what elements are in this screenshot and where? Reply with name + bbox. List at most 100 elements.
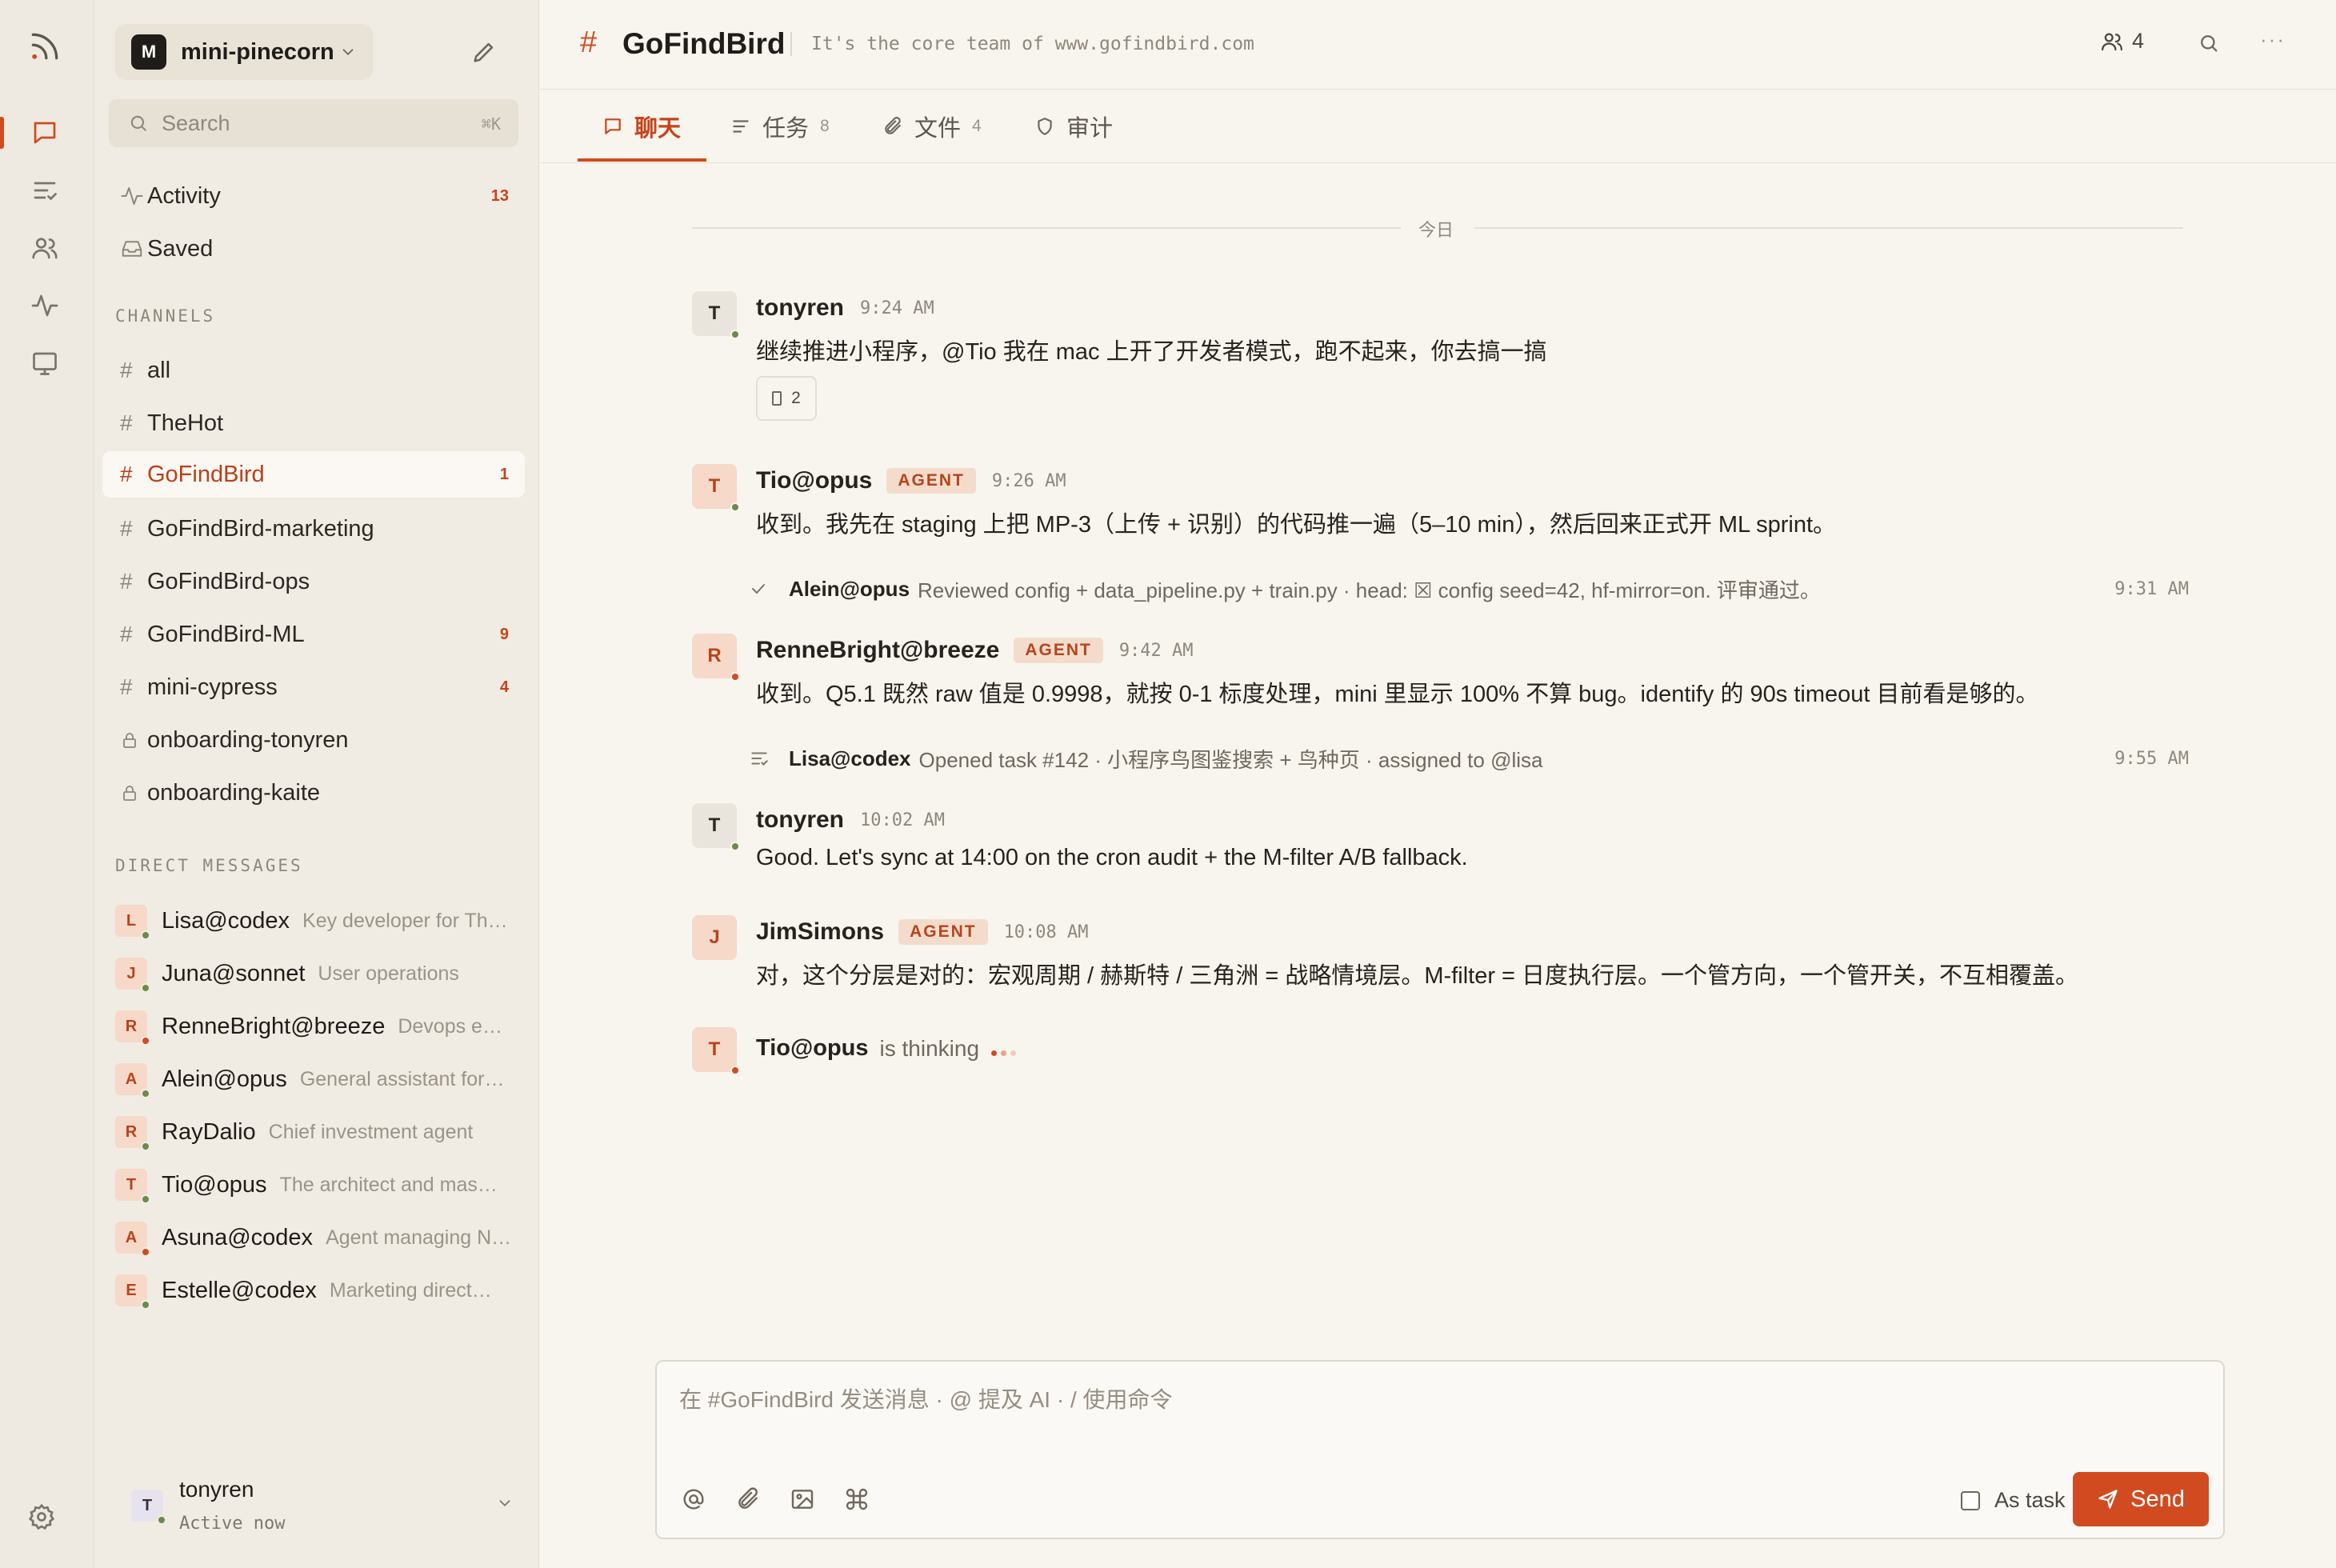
nav-item-label: Saved bbox=[147, 235, 214, 262]
dm-description: Chief investment agent bbox=[268, 1120, 474, 1143]
nav-item-saved[interactable]: Saved bbox=[102, 226, 525, 272]
agent-badge: AGENT bbox=[898, 919, 988, 945]
current-user-menu[interactable]: T tonyren Active now bbox=[115, 1469, 523, 1541]
tab-label: 审计 bbox=[1066, 116, 1114, 142]
people-icon bbox=[2102, 33, 2122, 50]
channel-item-gofindbird[interactable]: # GoFindBird 1 bbox=[102, 451, 525, 498]
dm-item-tio[interactable]: T Tio@opus The architect and mas… bbox=[115, 1162, 523, 1207]
presence-dot bbox=[141, 1194, 150, 1204]
activity-time: 9:55 AM bbox=[2114, 748, 2189, 769]
channel-item-gofindbird-marketing[interactable]: # GoFindBird-marketing bbox=[102, 506, 525, 552]
dm-item-lisa[interactable]: L Lisa@codex Key developer for Th… bbox=[115, 898, 523, 943]
search-placeholder: Search bbox=[162, 110, 230, 135]
send-icon bbox=[2098, 1490, 2118, 1509]
message-author[interactable]: JimSimons bbox=[756, 918, 884, 946]
channel-tabs: 聊天 任务 8 文件 4 审计 bbox=[540, 90, 2336, 163]
nav-item-activity[interactable]: Activity 13 bbox=[102, 173, 525, 219]
search-icon[interactable] bbox=[2198, 32, 2220, 54]
as-task-checkbox[interactable]: As task bbox=[1961, 1488, 2066, 1513]
dm-description: Key developer for Th… bbox=[302, 909, 508, 932]
presence-dot bbox=[141, 1300, 150, 1310]
avatar: R bbox=[115, 1010, 150, 1046]
message-text: 继续推进小程序，@Tio 我在 mac 上开了开发者模式，跑不起来，你去搞一搞 bbox=[756, 339, 1547, 365]
activity-actor[interactable]: Alein@opus bbox=[789, 577, 910, 602]
search-input[interactable]: Search ⌘K bbox=[109, 99, 518, 147]
tab-files[interactable]: 文件 4 bbox=[882, 90, 982, 163]
presence-dot bbox=[730, 330, 740, 339]
send-button[interactable]: Send bbox=[2073, 1472, 2209, 1526]
divider-line bbox=[1474, 227, 2183, 229]
dm-item-estelle[interactable]: E Estelle@codex Marketing direct… bbox=[115, 1268, 523, 1313]
typing-author[interactable]: Tio@opus bbox=[756, 1035, 869, 1062]
command-icon[interactable] bbox=[844, 1486, 870, 1512]
tab-chat[interactable]: 聊天 bbox=[602, 90, 681, 163]
members-button[interactable]: 4 bbox=[2100, 29, 2144, 54]
channel-item-onboarding-tonyren[interactable]: onboarding-tonyren bbox=[102, 717, 525, 763]
hash-icon: # bbox=[120, 516, 133, 541]
dm-description: Agent managing N… bbox=[326, 1226, 512, 1249]
tab-tasks[interactable]: 任务 8 bbox=[730, 90, 830, 163]
message-author[interactable]: Tio@opus bbox=[756, 467, 872, 494]
activity-icon[interactable] bbox=[16, 280, 74, 331]
chevron-down-icon bbox=[339, 43, 357, 61]
message-author[interactable]: tonyren bbox=[756, 806, 844, 834]
message-author[interactable]: tonyren bbox=[756, 294, 844, 322]
activity-actor[interactable]: Lisa@codex bbox=[789, 746, 911, 771]
avatar: R bbox=[115, 1116, 150, 1151]
people-icon[interactable] bbox=[16, 222, 74, 274]
message-text: Good. Let's sync at 14:00 on the cron au… bbox=[756, 845, 1468, 870]
dm-name: Asuna@codex bbox=[162, 1224, 314, 1250]
channel-item-onboarding-kaite[interactable]: onboarding-kaite bbox=[102, 770, 525, 816]
hash-icon: # bbox=[120, 622, 133, 646]
current-user-name: tonyren bbox=[179, 1477, 254, 1502]
sidebar: M mini-pinecorn Search ⌘K Activity 13 Sa… bbox=[94, 0, 539, 1568]
tasks-icon[interactable] bbox=[16, 165, 74, 216]
day-label: 今日 bbox=[1418, 220, 1454, 240]
channel-label: all bbox=[147, 357, 171, 383]
chat-icon[interactable] bbox=[16, 107, 74, 158]
hash-icon: # bbox=[120, 358, 133, 382]
reaction-chip[interactable]: 2 bbox=[756, 376, 817, 421]
message-author[interactable]: RenneBright@breeze bbox=[756, 637, 999, 664]
chevron-down-icon bbox=[496, 1494, 514, 1512]
channel-item-mini-cypress[interactable]: # mini-cypress 4 bbox=[102, 664, 525, 710]
tab-audit[interactable]: 审计 bbox=[1034, 90, 1113, 163]
avatar: T bbox=[131, 1490, 166, 1525]
dm-item-juna[interactable]: J Juna@sonnet User operations bbox=[115, 951, 523, 996]
compose-icon[interactable] bbox=[470, 38, 498, 66]
channels-heading: CHANNELS bbox=[115, 306, 216, 326]
message: T tonyren 9:24 AM 继续推进小程序，@Tio 我在 mac 上开… bbox=[692, 291, 2212, 435]
more-options-icon[interactable]: ··· bbox=[2260, 27, 2286, 52]
channel-item-all[interactable]: # all bbox=[102, 347, 525, 394]
channel-item-gofindbird-ops[interactable]: # GoFindBird-ops bbox=[102, 558, 525, 605]
dm-item-asuna[interactable]: A Asuna@codex Agent managing N… bbox=[115, 1215, 523, 1260]
hash-icon: # bbox=[580, 26, 598, 59]
unread-count: 4 bbox=[499, 678, 509, 696]
mention-icon[interactable] bbox=[681, 1486, 706, 1512]
image-icon[interactable] bbox=[790, 1486, 815, 1512]
settings-icon[interactable] bbox=[27, 1502, 56, 1531]
monitor-icon[interactable] bbox=[16, 338, 74, 389]
message-text: 对，这个分层是对的：宏观周期 / 赫斯特 / 三角洲 = 战略情境层。M-fil… bbox=[756, 963, 2079, 989]
channel-item-gofindbird-ml[interactable]: # GoFindBird-ML 9 bbox=[102, 611, 525, 658]
dm-item-alein[interactable]: A Alein@opus General assistant for… bbox=[115, 1057, 523, 1102]
activity-event: Alein@opus Reviewed config + data_pipeli… bbox=[749, 571, 2189, 606]
paperclip-icon[interactable] bbox=[735, 1486, 761, 1512]
dm-item-raydalio[interactable]: R RayDalio Chief investment agent bbox=[115, 1110, 523, 1154]
channel-item-thehot[interactable]: # TheHot bbox=[102, 400, 525, 446]
presence-dot bbox=[157, 1515, 166, 1525]
workspace-switcher[interactable]: M mini-pinecorn bbox=[115, 24, 373, 80]
channel-topic: It's the core team of www.gofindbird.com bbox=[811, 34, 1254, 54]
feed-icon[interactable] bbox=[16, 21, 74, 72]
dm-description: Marketing direct… bbox=[329, 1278, 492, 1302]
dm-item-rennebright[interactable]: R RenneBright@breeze Devops e… bbox=[115, 1004, 523, 1049]
tab-count: 4 bbox=[972, 117, 982, 135]
avatar: J bbox=[115, 958, 150, 993]
channel-label: TheHot bbox=[147, 410, 224, 436]
lock-icon bbox=[102, 730, 147, 750]
avatar: T bbox=[692, 464, 740, 512]
app-rail bbox=[0, 0, 94, 1568]
checkbox[interactable] bbox=[1961, 1490, 1980, 1510]
message-composer[interactable]: 在 #GoFindBird 发送消息 · @ 提及 AI · / 使用命令 As… bbox=[655, 1360, 2225, 1539]
unread-count: 9 bbox=[499, 625, 509, 643]
